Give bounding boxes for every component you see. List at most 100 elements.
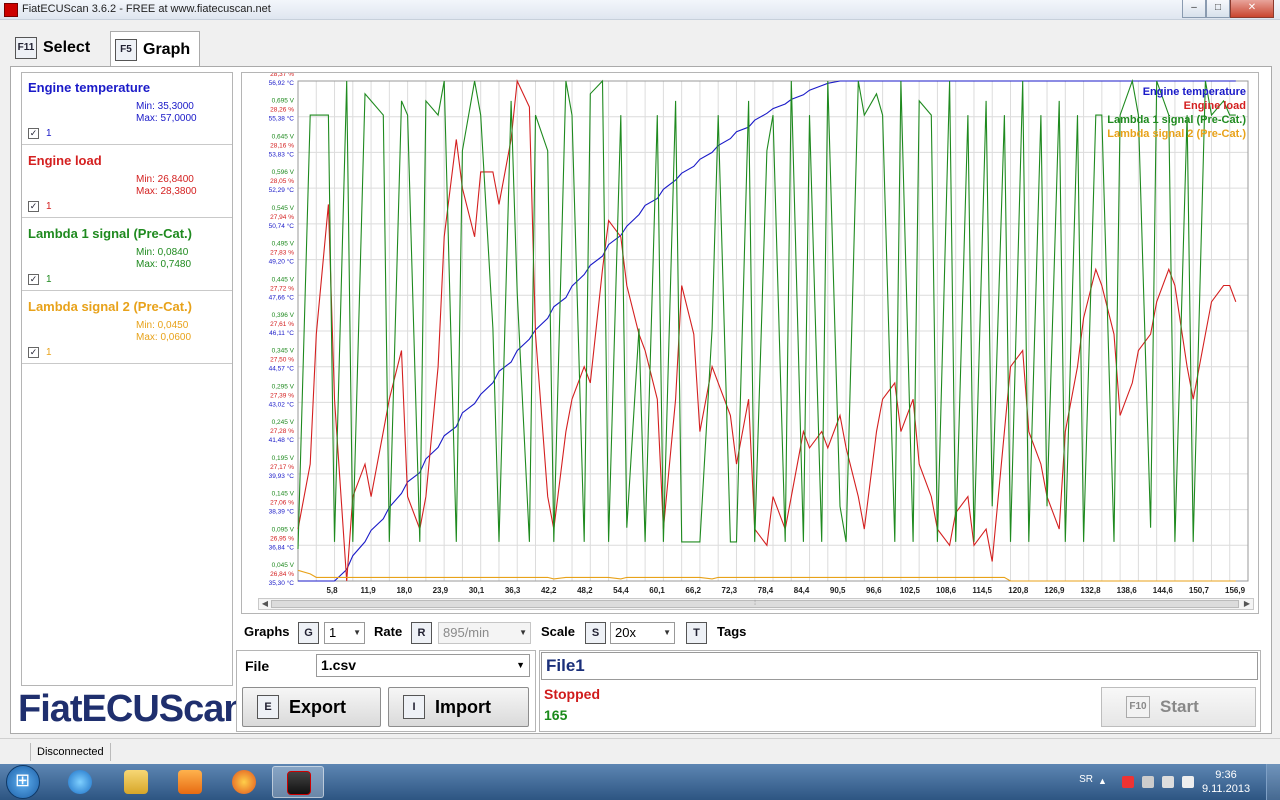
maximize-button[interactable]: □: [1206, 0, 1230, 18]
session-count: 165: [544, 707, 568, 723]
signal-name: Lambda 1 signal (Pre-Cat.): [28, 226, 192, 241]
status-bar: Disconnected: [0, 738, 1280, 764]
y-axis-tick-label: 0,145 V: [272, 491, 295, 498]
signal-min: Min: 26,8400: [136, 174, 194, 185]
scale-select[interactable]: 20x ▼: [610, 622, 675, 644]
graphs-key[interactable]: G: [298, 622, 319, 644]
y-axis-tick-label: 0,396 V: [272, 312, 295, 319]
import-button[interactable]: I Import: [388, 687, 529, 727]
x-axis-tick-label: 138,6: [1117, 586, 1138, 595]
minimize-button[interactable]: ‒: [1182, 0, 1206, 18]
scroll-left-arrow[interactable]: ◀: [259, 599, 271, 609]
y-axis-tick-label: 27,50 %: [270, 357, 294, 364]
export-key: E: [257, 695, 279, 719]
signal-check-label: 1: [46, 347, 52, 358]
signal-name: Engine temperature: [28, 80, 151, 95]
tab-select[interactable]: F11 Select: [10, 31, 108, 65]
taskbar-media-player[interactable]: [164, 766, 216, 798]
ie-icon: [68, 770, 92, 794]
series-line-lambda-signal-2-pre-cat: [297, 569, 1236, 582]
rate-key[interactable]: R: [411, 622, 432, 644]
start-menu-button[interactable]: [6, 765, 40, 799]
y-axis-tick-label: 53,83 °C: [269, 150, 295, 158]
tab-graph[interactable]: F5 Graph: [110, 31, 200, 67]
y-axis-tick-label: 26,95 %: [270, 535, 294, 542]
show-desktop-button[interactable]: [1266, 764, 1280, 800]
signal-check-label: 1: [46, 128, 52, 139]
flag-icon[interactable]: [1122, 776, 1134, 788]
legend-entry: Engine temperature: [1143, 86, 1246, 98]
y-axis-tick-label: 0,695 V: [272, 98, 295, 105]
scroll-thumb[interactable]: ⦙: [271, 600, 1239, 608]
y-axis-tick-label: 28,26 %: [270, 107, 294, 114]
x-axis-tick-label: 144,6: [1153, 586, 1174, 595]
taskbar-explorer[interactable]: [110, 766, 162, 798]
legend-entry: Lambda signal 2 (Pre-Cat.): [1107, 128, 1246, 140]
export-label: Export: [289, 696, 347, 717]
tray-clock[interactable]: 9:36 9.11.2013: [1200, 768, 1252, 796]
y-axis-tick-label: 49,20 °C: [269, 258, 295, 266]
signal-item-engine-temperature[interactable]: Engine temperature Min: 35,3000 Max: 57,…: [22, 73, 232, 145]
volume-icon[interactable]: [1182, 776, 1194, 788]
y-axis-tick-label: 0,095 V: [272, 526, 295, 533]
y-axis-tick-label: 0,345 V: [272, 348, 295, 355]
taskbar-ie[interactable]: [54, 766, 106, 798]
taskbar-fiatecuscan[interactable]: [272, 766, 324, 798]
graphs-select[interactable]: 1 ▼: [324, 622, 365, 644]
y-axis-tick-label: 26,84 %: [270, 571, 294, 578]
rate-select[interactable]: 895/min ▼: [438, 622, 531, 644]
power-icon[interactable]: [1142, 776, 1154, 788]
session-name-field[interactable]: File1: [541, 652, 1258, 680]
close-button[interactable]: ✕: [1230, 0, 1274, 18]
y-axis-tick-label: 0,445 V: [272, 276, 295, 283]
signal-checkbox[interactable]: ✓: [28, 274, 39, 285]
y-axis-tick-label: 28,16 %: [270, 142, 294, 149]
scroll-right-arrow[interactable]: ▶: [1241, 599, 1253, 609]
x-axis-tick-label: 42,2: [541, 586, 557, 595]
window-controls: ‒ □ ✕: [1182, 0, 1274, 18]
signal-checkbox[interactable]: ✓: [28, 128, 39, 139]
y-axis-tick-label: 0,295 V: [272, 383, 295, 390]
session-status: Stopped: [544, 686, 600, 702]
x-axis-tick-label: 48,2: [577, 586, 593, 595]
y-axis-tick-label: 35,30 °C: [269, 579, 295, 587]
tags-key[interactable]: T: [686, 622, 707, 644]
start-button[interactable]: F10 Start: [1101, 687, 1256, 727]
scale-key[interactable]: S: [585, 622, 606, 644]
y-axis-tick-label: 0,245 V: [272, 419, 295, 426]
chevron-down-icon: ▼: [663, 628, 671, 637]
signal-name: Engine load: [28, 153, 102, 168]
y-axis-tick-label: 27,06 %: [270, 500, 294, 507]
app-logo: FiatECUScan: [18, 688, 247, 730]
export-button[interactable]: E Export: [242, 687, 381, 727]
x-axis-tick-label: 108,6: [936, 586, 957, 595]
graph-scrollbar[interactable]: ◀ ⦙ ▶: [258, 598, 1254, 610]
signal-checkbox[interactable]: ✓: [28, 201, 39, 212]
network-icon[interactable]: [1162, 776, 1174, 788]
x-axis-tick-label: 132,8: [1081, 586, 1102, 595]
fiatecuscan-icon: [287, 771, 311, 795]
x-axis-tick-label: 5,8: [326, 586, 338, 595]
signal-list: Engine temperature Min: 35,3000 Max: 57,…: [21, 72, 233, 686]
x-axis-tick-label: 36,3: [505, 586, 521, 595]
taskbar-firefox[interactable]: [218, 766, 270, 798]
y-axis-tick-label: 27,17 %: [270, 464, 294, 471]
tab-select-label: Select: [43, 39, 91, 56]
x-axis-tick-label: 114,5: [972, 586, 992, 595]
y-axis-tick-label: 0,045 V: [272, 562, 295, 569]
signal-item-lambda-2[interactable]: Lambda signal 2 (Pre-Cat.) Min: 0,0450 M…: [22, 292, 232, 364]
signal-checkbox[interactable]: ✓: [28, 347, 39, 358]
chevron-down-icon: ▼: [353, 628, 361, 637]
tab-graph-key: F5: [115, 38, 137, 61]
signal-item-lambda-1[interactable]: Lambda 1 signal (Pre-Cat.) Min: 0,0840 M…: [22, 219, 232, 291]
tray-expand-icon[interactable]: ▲: [1098, 776, 1110, 788]
start-key: F10: [1126, 696, 1150, 718]
chevron-down-icon: ▼: [516, 660, 525, 670]
signal-item-engine-load[interactable]: Engine load Min: 26,8400 Max: 28,3800 ✓ …: [22, 146, 232, 218]
file-select[interactable]: 1.csv ▼: [316, 654, 530, 677]
signal-check-label: 1: [46, 274, 52, 285]
y-axis-tick-label: 27,61 %: [270, 321, 294, 328]
language-indicator[interactable]: SR: [1079, 774, 1093, 785]
signal-name: Lambda signal 2 (Pre-Cat.): [28, 299, 192, 314]
tab-select-key: F11: [15, 37, 37, 59]
